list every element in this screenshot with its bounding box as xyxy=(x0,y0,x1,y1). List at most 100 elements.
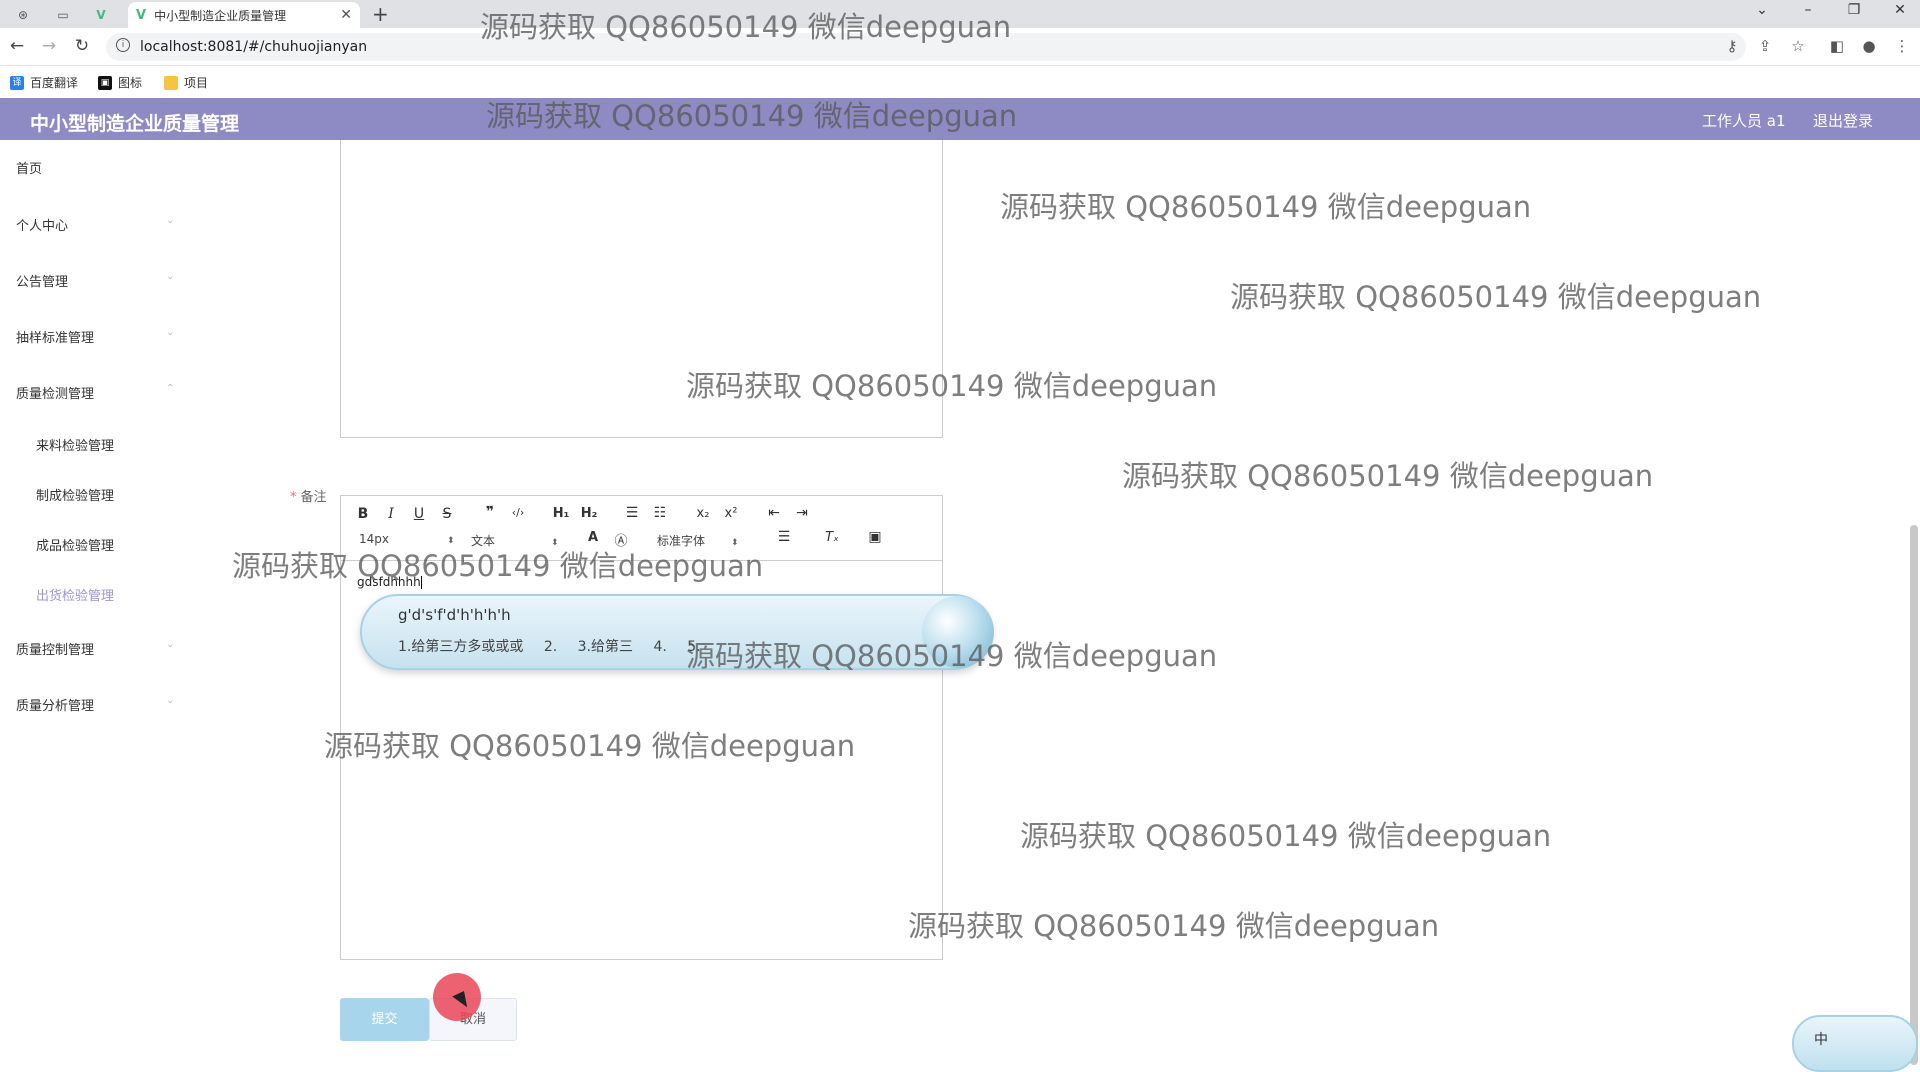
h1-icon[interactable]: H₁ xyxy=(551,506,571,521)
watermark: 源码获取 QQ86050149 微信deepguan xyxy=(480,10,1012,44)
ime-composition: g'd's'f'd'h'h'h'h xyxy=(398,606,511,624)
ordered-list-icon[interactable]: ☰ xyxy=(622,505,642,521)
sidebar-item-sampling[interactable]: 抽样标准管理 ⌄ xyxy=(16,327,176,346)
translate-icon: 译 xyxy=(10,75,24,90)
scrollbar-thumb[interactable] xyxy=(1910,525,1918,1065)
submit-button[interactable]: 提交 xyxy=(340,998,429,1041)
chevron-down-icon: ⌄ xyxy=(166,639,175,650)
bookmark-item[interactable]: ▣ 图标 xyxy=(98,74,142,91)
tab-blank-icon[interactable]: ▭ xyxy=(48,4,78,26)
sidebar-item-label: 质量控制管理 xyxy=(16,643,95,658)
back-icon[interactable]: ← xyxy=(6,36,28,56)
chevron-up-icon: ⌃ xyxy=(166,383,175,394)
forward-icon[interactable]: → xyxy=(38,36,60,56)
app-title: 中小型制造企业质量管理 xyxy=(30,113,240,135)
watermark: 源码获取 QQ86050149 微信deepguan xyxy=(1122,459,1654,493)
underline-icon[interactable]: U xyxy=(409,506,429,522)
current-user: 工作人员 a1 xyxy=(1702,112,1786,130)
star-icon[interactable]: ☆ xyxy=(1788,37,1808,55)
ime-status-widget[interactable]: 中 xyxy=(1792,1015,1918,1072)
profile-icon[interactable]: ● xyxy=(1859,37,1879,55)
ime-candidate[interactable]: 1.给第三方多或或或 xyxy=(398,639,523,655)
reload-icon[interactable]: ↻ xyxy=(71,36,93,56)
watermark: 源码获取 QQ86050149 微信deepguan xyxy=(1020,819,1552,853)
tab-vue-icon[interactable]: V xyxy=(86,4,116,26)
key-icon[interactable]: ⚷ xyxy=(1722,37,1742,55)
sidebar-item-label: 抽样标准管理 xyxy=(16,331,95,346)
watermark: 源码获取 QQ86050149 微信deepguan xyxy=(686,369,1218,403)
active-tab[interactable]: V 中小型制造企业质量管理 ✕ xyxy=(128,2,360,28)
sidebar-item-label: 首页 xyxy=(16,162,43,177)
align-icon[interactable]: ☰ xyxy=(774,529,794,545)
ime-candidate-list: 1.给第三方多或或或 2. 3.给第三 4. 5. xyxy=(398,636,717,656)
bullet-list-icon[interactable]: ☷ xyxy=(650,505,670,521)
menu-icon[interactable]: ⋮ xyxy=(1892,37,1912,55)
watermark: 源码获取 QQ86050149 微信deepguan xyxy=(232,549,764,583)
chevron-down-icon: ⌄ xyxy=(166,695,175,706)
code-icon[interactable]: ‹/› xyxy=(508,506,528,519)
remark-label-text: 备注 xyxy=(300,490,327,505)
restore-icon[interactable]: ❐ xyxy=(1844,2,1864,18)
tab-favicon-icon[interactable]: ⊛ xyxy=(8,4,38,26)
watermark: 源码获取 QQ86050149 微信deepguan xyxy=(908,909,1440,943)
sidebar-subitem-process[interactable]: 制成检验管理 xyxy=(36,485,114,504)
sidebar: 首页 个人中心 ⌄ 公告管理 ⌄ 抽样标准管理 ⌄ 质量检测管理 ⌃ 来料检验管… xyxy=(0,140,190,1072)
clear-format-icon[interactable]: Tₓ xyxy=(822,530,842,545)
sidebar-item-notice[interactable]: 公告管理 ⌄ xyxy=(16,271,176,290)
tab-close-icon[interactable]: ✕ xyxy=(340,7,352,23)
bold-icon[interactable]: B xyxy=(353,506,373,522)
bookmark-item[interactable]: 项目 xyxy=(164,74,208,91)
share-icon[interactable]: ⇪ xyxy=(1755,37,1775,55)
ime-mode: 中 xyxy=(1814,1032,1828,1048)
remark-label: * 备注 xyxy=(290,486,327,505)
sidepanel-icon[interactable]: ◧ xyxy=(1827,37,1847,55)
subscript-icon[interactable]: x₂ xyxy=(693,506,713,521)
chevron-down-icon: ⌄ xyxy=(166,271,175,282)
watermark: 源码获取 QQ86050149 微信deepguan xyxy=(686,639,1218,673)
sidebar-item-control[interactable]: 质量控制管理 ⌄ xyxy=(16,639,176,658)
bookmark-item[interactable]: 译 百度翻译 xyxy=(10,74,78,91)
sidebar-subitem-shipment[interactable]: 出货检验管理 xyxy=(36,585,114,604)
watermark: 源码获取 QQ86050149 微信deepguan xyxy=(486,99,1018,133)
outdent-icon[interactable]: ⇤ xyxy=(764,505,784,521)
bookmark-label: 图标 xyxy=(118,76,143,90)
vue-logo-icon: V xyxy=(136,7,147,23)
tab-search-icon[interactable]: ⌄ xyxy=(1752,2,1772,18)
ime-candidate[interactable]: 2. xyxy=(544,639,557,655)
sidebar-item-home[interactable]: 首页 xyxy=(16,158,176,177)
blockquote-icon[interactable]: ❞ xyxy=(480,504,500,520)
sidebar-item-label: 个人中心 xyxy=(16,219,69,234)
watermark: 源码获取 QQ86050149 微信deepguan xyxy=(1000,190,1532,224)
close-window-icon[interactable]: ✕ xyxy=(1890,2,1910,18)
sidebar-item-analysis[interactable]: 质量分析管理 ⌄ xyxy=(16,695,176,714)
h2-icon[interactable]: H₂ xyxy=(579,506,599,521)
new-tab-button[interactable]: + xyxy=(372,2,389,26)
watermark: 源码获取 QQ86050149 微信deepguan xyxy=(324,729,856,763)
chevron-down-icon: ⌄ xyxy=(166,327,175,338)
watermark: 源码获取 QQ86050149 微信deepguan xyxy=(1230,280,1762,314)
site-info-icon[interactable]: i xyxy=(116,38,130,52)
ime-candidate[interactable]: 4. xyxy=(653,639,666,655)
required-mark: * xyxy=(290,490,297,505)
strike-icon[interactable]: S xyxy=(437,506,457,522)
bookmark-label: 百度翻译 xyxy=(30,76,79,90)
ime-candidate[interactable]: 3.给第三 xyxy=(578,639,633,655)
chevron-down-icon: ⌄ xyxy=(166,215,175,226)
sidebar-subitem-incoming[interactable]: 来料检验管理 xyxy=(36,435,114,454)
sidebar-item-label: 质量分析管理 xyxy=(16,699,95,714)
indent-icon[interactable]: ⇥ xyxy=(792,505,812,521)
sidebar-item-label: 质量检测管理 xyxy=(16,387,95,402)
bookmark-label: 项目 xyxy=(184,76,209,90)
italic-icon[interactable]: I xyxy=(381,506,401,522)
tab-title: 中小型制造企业质量管理 xyxy=(154,8,287,23)
sidebar-item-inspection[interactable]: 质量检测管理 ⌃ xyxy=(16,383,176,402)
superscript-icon[interactable]: x² xyxy=(721,506,741,521)
sidebar-item-profile[interactable]: 个人中心 ⌄ xyxy=(16,215,176,234)
image-icon[interactable]: ▣ xyxy=(865,529,885,545)
sidebar-subitem-finished[interactable]: 成品检验管理 xyxy=(36,535,114,554)
url-text: localhost:8081/#/chuhuojianyan xyxy=(140,39,368,55)
logout-link[interactable]: 退出登录 xyxy=(1813,110,1873,131)
sidebar-item-label: 公告管理 xyxy=(16,275,69,290)
folder-icon xyxy=(164,75,178,90)
minimize-icon[interactable]: – xyxy=(1798,2,1818,18)
